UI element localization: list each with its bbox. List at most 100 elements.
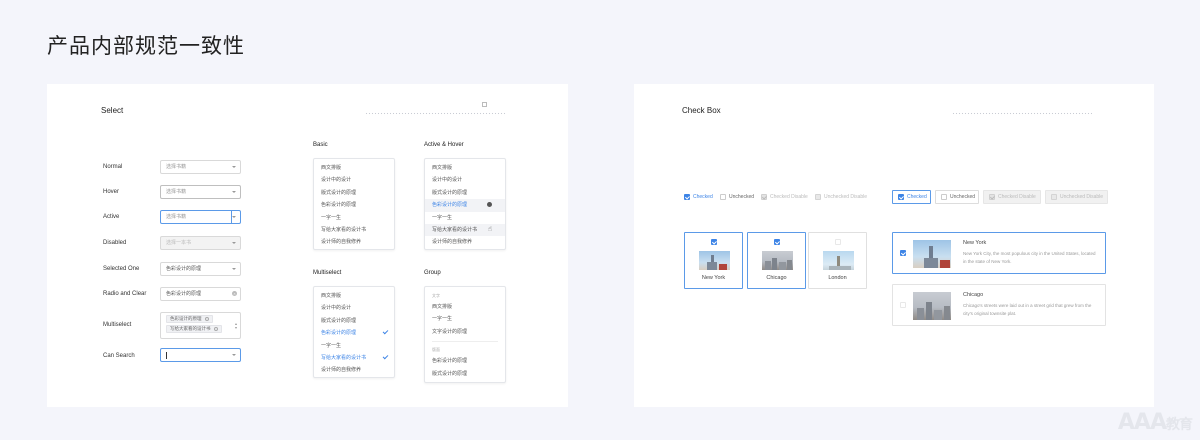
- select-value: 选择一本书: [166, 240, 192, 246]
- card-caption: New York: [701, 275, 726, 281]
- tag-label: 写给大家看的设计书: [170, 326, 211, 331]
- list-item[interactable]: 设计中的设计: [425, 174, 505, 186]
- caret-down-icon: [232, 268, 236, 270]
- list-item[interactable]: 一字一生: [314, 340, 394, 352]
- tag-close-icon[interactable]: [204, 316, 209, 321]
- select-panel: Select Normal 选择书籍 Hover 选择书籍 Active 选择书…: [47, 84, 568, 407]
- list-item[interactable]: 版式设计的原理: [314, 187, 394, 199]
- select-hover[interactable]: 选择书籍: [160, 185, 241, 199]
- select-value: 色彩设计的原理: [166, 266, 202, 272]
- select-normal[interactable]: 选择书籍: [160, 160, 241, 174]
- row-label-disabled: Disabled: [103, 240, 127, 246]
- select-value: 选择书籍: [166, 164, 187, 170]
- list-item[interactable]: 版式设计的原理: [425, 187, 505, 199]
- list-item[interactable]: 设计中的设计: [314, 302, 394, 314]
- list-item[interactable]: 一字一生: [425, 313, 505, 325]
- checkbox-checked[interactable]: Checked: [684, 193, 713, 201]
- card-title: Chicago: [963, 292, 984, 298]
- row-label-multiselect: Multiselect: [103, 322, 132, 328]
- checkbox-icon: [815, 193, 821, 200]
- row-label-normal: Normal: [103, 164, 123, 170]
- caret-down-icon: [232, 191, 236, 193]
- caret-down-icon: [232, 216, 236, 218]
- list-item-active[interactable]: 色彩设计的原理: [425, 199, 505, 212]
- select-radio-clear[interactable]: 色彩设计的原理 ×: [160, 287, 241, 301]
- select-panel-title: Select: [101, 106, 124, 115]
- checkbox-icon: [900, 250, 906, 256]
- caret-down-icon: [232, 354, 236, 356]
- caret-down-icon: [232, 166, 236, 168]
- row-label-radio-clear: Radio and Clear: [103, 291, 147, 297]
- checkbox-icon: [720, 193, 726, 200]
- city-image: [823, 251, 854, 270]
- checkbox-icon: [1051, 193, 1057, 200]
- list-item[interactable]: 设计师的自我修养: [314, 236, 394, 248]
- select-selected-one[interactable]: 色彩设计的原理: [160, 262, 241, 276]
- select-value: 选择书籍: [166, 189, 187, 195]
- list-item[interactable]: 色彩设计的原理: [314, 199, 394, 211]
- list-item[interactable]: 西文排版: [314, 290, 394, 302]
- multiselect-dropdown: 西文排版 设计中的设计 版式设计的原理 色彩设计的原理 一字一生 写给大家看的设…: [313, 286, 395, 378]
- list-item-label: 写给大家看的设计书: [321, 354, 367, 361]
- image-card-new-york[interactable]: New York: [684, 232, 743, 289]
- row-label-hover: Hover: [103, 189, 120, 195]
- list-item[interactable]: 一字一生: [314, 212, 394, 224]
- list-item[interactable]: 版式设计的原理: [425, 368, 505, 380]
- list-item[interactable]: 文字设计的原理: [425, 326, 505, 338]
- checkbox-unchecked[interactable]: Unchecked: [720, 193, 754, 201]
- list-item-selected[interactable]: 写给大家看的设计书: [314, 352, 394, 364]
- list-item[interactable]: 西文排版: [425, 301, 505, 313]
- active-hover-dropdown: 西文排版 设计中的设计 版式设计的原理 色彩设计的原理 一字一生 写给大家看的设…: [424, 158, 506, 250]
- list-item[interactable]: 写给大家看的设计书: [314, 224, 394, 236]
- list-item[interactable]: 设计师的自我修养: [314, 364, 394, 376]
- list-item[interactable]: 色彩设计的原理: [425, 355, 505, 367]
- select-search-input[interactable]: [160, 348, 241, 362]
- select-active[interactable]: 选择书籍: [160, 210, 241, 224]
- dotted-divider: [365, 112, 505, 116]
- wide-card-new-york[interactable]: New York New York City, the most populou…: [892, 232, 1106, 274]
- checkbox-icon: [711, 239, 717, 245]
- boxed-checkbox-checked[interactable]: Checked: [892, 190, 931, 204]
- list-item-selected[interactable]: 色彩设计的原理: [314, 327, 394, 339]
- tag-label: 色彩设计的原理: [170, 316, 202, 321]
- checkbox-checked-disabled: Checked Disable: [761, 193, 808, 201]
- list-item-label: 色彩设计的原理: [432, 202, 468, 209]
- image-card-london[interactable]: London: [808, 232, 867, 289]
- caret-down-icon: [232, 242, 236, 244]
- clear-icon[interactable]: ×: [232, 291, 237, 296]
- city-image: [762, 251, 793, 270]
- list-item[interactable]: 版式设计的原理: [314, 315, 394, 327]
- checkbox-label: Unchecked Disable: [824, 194, 868, 200]
- list-item[interactable]: 西文排版: [314, 162, 394, 174]
- check-icon: [382, 328, 389, 335]
- boxed-checkbox-unchecked-disabled: Unchecked Disable: [1045, 190, 1108, 204]
- checkbox-label: Checked Disable: [770, 194, 808, 200]
- card-caption: London: [828, 275, 847, 281]
- checkbox-icon: [989, 193, 995, 200]
- basic-dropdown: 西文排版 设计中的设计 版式设计的原理 色彩设计的原理 一字一生 写给大家看的设…: [313, 158, 395, 250]
- tag: 写给大家看的设计书: [166, 325, 222, 333]
- list-item[interactable]: 一字一生: [425, 212, 505, 224]
- watermark-chars: 教育: [1166, 417, 1193, 433]
- checkbox-icon: [835, 239, 841, 245]
- list-item[interactable]: 设计师的自我修养: [425, 236, 505, 248]
- checkbox-panel-title: Check Box: [682, 106, 721, 115]
- list-item-hover[interactable]: 写给大家看的设计书 ☝: [425, 223, 505, 237]
- boxed-checkbox-unchecked[interactable]: Unchecked: [935, 190, 979, 204]
- watermark-logo: AAA教育: [1117, 410, 1193, 435]
- checkbox-label: Unchecked Disable: [1060, 194, 1104, 200]
- checkbox-label: Unchecked: [950, 194, 976, 200]
- list-item[interactable]: 设计中的设计: [314, 174, 394, 186]
- watermark-letters: AAA: [1117, 410, 1167, 435]
- image-card-chicago[interactable]: Chicago: [747, 232, 806, 289]
- tag-close-icon[interactable]: [213, 326, 218, 331]
- wide-card-chicago[interactable]: Chicago Chicago's streets were laid out …: [892, 284, 1106, 326]
- list-item-label: 写给大家看的设计书: [432, 226, 478, 233]
- city-image: [913, 240, 951, 268]
- card-description: New York City, the most populous city in…: [963, 251, 1096, 264]
- select-value: 色彩设计的原理: [166, 291, 202, 297]
- multiselect-heading: Multiselect: [313, 270, 342, 276]
- list-item[interactable]: 西文排版: [425, 162, 505, 174]
- select-multiselect[interactable]: 色彩设计的原理 写给大家看的设计书 ▴ ▾: [160, 312, 241, 339]
- checkbox-icon: [900, 302, 906, 308]
